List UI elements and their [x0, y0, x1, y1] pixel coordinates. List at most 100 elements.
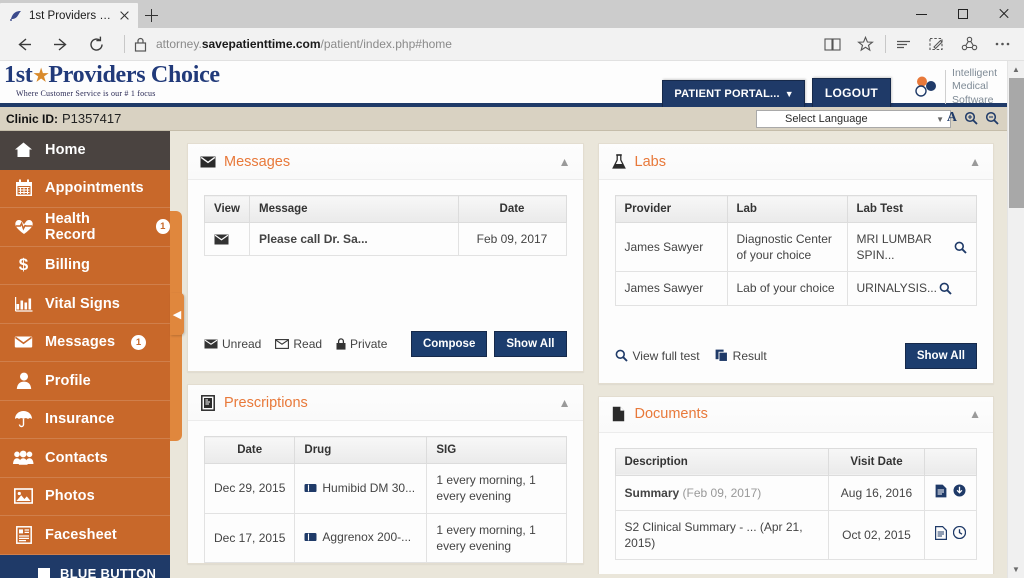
sidebar-item-profile[interactable]: Profile [0, 362, 170, 401]
table-row[interactable]: James Sawyer Diagnostic Center of your c… [614, 221, 977, 273]
table-header-row: Provider Lab Lab Test [614, 195, 977, 223]
share-button[interactable] [954, 29, 985, 59]
chevron-up-icon[interactable]: ▲ [969, 407, 981, 421]
labs-panel-header: Labs ▲ [598, 144, 993, 180]
patient-portal-dropdown[interactable]: PATIENT PORTAL... ▼ [662, 80, 805, 107]
table-row[interactable]: Dec 29, 2015 Humibid DM 30... 1 every mo… [203, 463, 567, 514]
lab-name: Diagnostic Center of your choice [726, 221, 848, 273]
message-view-cell[interactable] [204, 221, 250, 257]
chevron-up-icon[interactable]: ▲ [559, 396, 571, 410]
column-header-message[interactable]: Message [249, 195, 459, 223]
sidebar-item-health-record[interactable]: Health Record 1 [0, 208, 170, 247]
document-description[interactable]: Summary (Feb 09, 2017) [614, 474, 829, 511]
document-actions[interactable] [924, 509, 977, 561]
address-bar[interactable]: attorney.savepatienttime.com/patient/ind… [114, 29, 817, 59]
table-row[interactable]: Please call Dr. Sa... Feb 09, 2017 [204, 221, 567, 257]
refresh-button[interactable] [78, 29, 114, 59]
reading-view-button[interactable] [817, 29, 848, 59]
maximize-button[interactable] [942, 0, 983, 28]
file-icon[interactable] [935, 525, 947, 540]
view-full-test-link[interactable]: View full test [615, 349, 700, 363]
column-header-view[interactable]: View [204, 195, 250, 223]
page-scrollbar[interactable]: ▲ ▼ [1007, 61, 1024, 578]
table-row[interactable]: Summary (Feb 09, 2017) Aug 16, 2016 [614, 474, 977, 511]
sidebar-item-photos[interactable]: Photos [0, 478, 170, 516]
lab-test-name: URINALYSIS... [856, 281, 937, 296]
close-button[interactable] [983, 0, 1024, 28]
chevron-up-icon[interactable]: ▲ [559, 155, 571, 169]
table-row[interactable]: S2 Clinical Summary - ... (Apr 21, 2015)… [614, 509, 977, 561]
column-header-description[interactable]: Description [614, 447, 829, 476]
envelope-open-icon [275, 339, 290, 350]
forward-button[interactable] [42, 29, 78, 59]
language-select[interactable]: Select Language ▼ [756, 110, 951, 128]
logout-button[interactable]: LOGOUT [811, 78, 892, 107]
hub-button[interactable] [888, 29, 919, 59]
result-link[interactable]: Result [715, 349, 767, 363]
prescription-drug-cell[interactable]: Humibid DM 30... [294, 463, 428, 514]
legend-read: Read [275, 337, 322, 351]
sidebar-item-billing[interactable]: $ Billing [0, 247, 170, 285]
column-header-lab[interactable]: Lab [726, 195, 848, 223]
prescription-drug-cell[interactable]: Aggrenox 200-... [294, 512, 428, 563]
show-all-messages-button[interactable]: Show All [494, 331, 567, 358]
font-size-icon[interactable]: A [947, 110, 957, 126]
lab-test-cell[interactable]: MRI LUMBAR SPIN... [846, 221, 977, 273]
message-subject[interactable]: Please call Dr. Sa... [249, 221, 459, 257]
legend-label: Private [350, 337, 388, 352]
sidebar-collapse-toggle[interactable]: ◀ [170, 293, 184, 335]
clock-icon[interactable] [953, 526, 966, 540]
column-header-sig[interactable]: SIG [426, 436, 567, 465]
favorites-button[interactable] [850, 29, 881, 59]
envelope-unread-icon[interactable] [214, 234, 240, 245]
sidebar-item-appointments[interactable]: Appointments [0, 170, 170, 208]
sidebar-item-label: Profile [45, 372, 91, 389]
table-row[interactable]: James Sawyer Lab of your choice URINALYS… [614, 271, 977, 306]
zoom-in-icon[interactable] [964, 111, 978, 125]
labs-footer-links: View full test Result [615, 349, 898, 363]
sidebar-item-blue-button[interactable]: BLUE BUTTON [0, 554, 170, 578]
column-header-date[interactable]: Date [457, 195, 567, 223]
document-actions[interactable] [924, 474, 977, 511]
site-logo[interactable]: 1st ★ Providers Choice Where Customer Serv… [0, 61, 220, 98]
zoom-out-icon[interactable] [985, 111, 999, 125]
language-select-value: Select Language [785, 113, 868, 125]
search-icon [615, 349, 628, 362]
column-header-provider[interactable]: Provider [614, 195, 728, 223]
table-row[interactable]: Dec 17, 2015 Aggrenox 200-... 1 every mo… [203, 512, 567, 563]
lab-test-cell[interactable]: URINALYSIS... [846, 271, 977, 306]
scrollbar-thumb[interactable] [1009, 78, 1024, 208]
document-description[interactable]: S2 Clinical Summary - ... (Apr 21, 2015) [614, 509, 829, 561]
file-icon[interactable] [935, 484, 947, 498]
sidebar-item-vital-signs[interactable]: Vital Signs [0, 285, 170, 324]
clinic-id-value: P1357417 [62, 111, 122, 126]
logo-star-icon: ★ [33, 65, 49, 85]
column-header-drug[interactable]: Drug [294, 436, 428, 465]
sidebar-item-contacts[interactable]: Contacts [0, 439, 170, 478]
column-header-date[interactable]: Date [203, 436, 296, 465]
more-button[interactable] [987, 29, 1018, 59]
scroll-down-icon[interactable]: ▼ [1008, 561, 1024, 578]
compose-button[interactable]: Compose [410, 331, 488, 358]
minimize-button[interactable] [901, 0, 942, 28]
search-icon[interactable] [954, 241, 967, 254]
column-header-visit-date[interactable]: Visit Date [828, 447, 925, 476]
sidebar-item-insurance[interactable]: Insurance [0, 401, 170, 439]
scroll-up-icon[interactable]: ▲ [1008, 61, 1024, 78]
download-icon[interactable] [953, 484, 966, 497]
column-header-lab-test[interactable]: Lab Test [846, 195, 977, 223]
table-header-row: Date Drug SIG [203, 436, 567, 465]
sidebar-item-facesheet[interactable]: Facesheet [0, 516, 170, 555]
sidebar-item-home[interactable]: Home [0, 131, 170, 170]
sidebar-item-messages[interactable]: Messages 1 [0, 324, 170, 362]
square-icon [38, 567, 50, 578]
close-icon[interactable] [118, 9, 132, 23]
left-column: Messages ▲ View Message Date Please call… [187, 143, 584, 574]
back-button[interactable] [6, 29, 42, 59]
chevron-up-icon[interactable]: ▲ [969, 155, 981, 169]
search-icon[interactable] [939, 282, 952, 295]
show-all-labs-button[interactable]: Show All [904, 342, 977, 369]
browser-tab[interactable]: 1st Providers Choice [0, 3, 138, 28]
web-note-button[interactable] [921, 29, 952, 59]
new-tab-button[interactable] [138, 3, 166, 28]
